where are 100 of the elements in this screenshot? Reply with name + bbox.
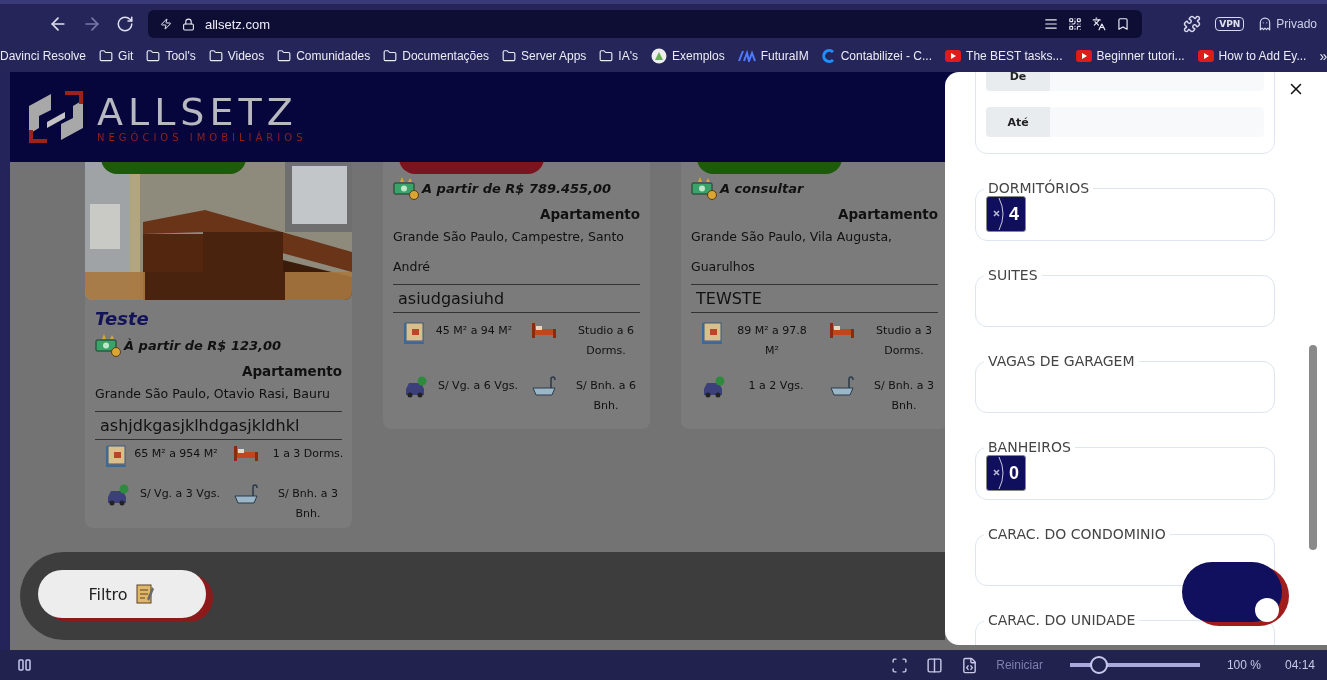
folder-icon [277,49,292,63]
bookmark[interactable]: Beginner tutori... [1075,49,1185,63]
bookmark[interactable]: Davinci Resolve [0,49,87,63]
feature-text: S/ Bnh. a 6 Bnh. [575,378,637,414]
feature-text: S/ Vg. a 3 Vgs. [138,486,222,502]
listing-description: asiudgasiuhd [393,284,640,313]
vpn-badge[interactable]: VPN [1215,17,1245,31]
reader-icon[interactable] [1044,17,1058,31]
page-code-icon[interactable] [961,656,979,674]
reload-button[interactable] [116,15,134,33]
bookmark[interactable]: Comunidades [277,49,371,63]
floor-plan-icon [403,321,425,345]
car-icon [403,376,429,398]
listing-card[interactable]: A partir de R$ 789.455,00 Apartamento Grande São Paulo, Campestre, Santo André asiudgasiuhd 45 M² a 94 M² Studio a 6 Dorms. S/ Vg. a 6 Vgs. S/ Bnh. a 6 Bnh. [383,162,650,429]
address-bar[interactable]: allsetz.com [148,10,1142,38]
listing-description: TEWSTE [691,284,938,313]
lock-icon [182,17,195,31]
zoom-slider-thumb[interactable] [1089,656,1108,674]
property-type: Apartamento [837,206,938,222]
feature-text: 1 a 3 Dorms. [271,446,345,462]
bookmark[interactable]: Tool's [146,49,196,63]
car-icon [701,376,727,398]
zoom-reading: 100 % [1226,658,1261,672]
play-icon [1197,50,1214,62]
folder-icon [99,49,114,63]
listing-location: Grande São Paulo, Otavio Rasi, Bauru [95,385,331,403]
feature-text: S/ Bnh. a 3 Bnh. [277,486,339,522]
price-label: De [986,72,1050,91]
filter-group[interactable]: VAGAS DE GARAGEM [975,353,1275,413]
remove-icon[interactable] [991,456,1005,490]
price-label: Até [986,107,1050,137]
feature-text: 1 a 2 Vgs. [747,378,805,394]
folder-icon [208,49,223,63]
property-type: Apartamento [539,206,640,222]
feature-text: S/ Bnh. a 3 Bnh. [873,378,935,414]
lightning-icon [160,18,172,30]
screenshot-icon[interactable] [891,656,909,674]
filter-group-label: SUITES [987,267,1039,283]
car-icon [105,484,131,506]
money-icon [95,333,121,357]
listing-price: À partir de R$ 123,00 [124,337,282,353]
reset-zoom-button[interactable]: Reiniciar [996,658,1043,672]
listing-price: A partir de R$ 789.455,00 [422,180,612,196]
listing-location: Grande São Paulo, Campestre, Santo André [393,228,626,276]
more-bookmarks-button[interactable]: » [1319,48,1327,64]
bathtub-icon [233,484,259,506]
bookmark[interactable]: The BEST tasks... [945,49,1063,63]
play-icon [1075,50,1092,62]
bookmark[interactable]: How to Add Ey... [1197,49,1307,63]
scrollbar-thumb[interactable] [1309,345,1317,550]
listing-title[interactable]: Teste [95,308,342,329]
filter-group-label: BANHEIROS [987,439,1072,455]
filter-group-label: CARAC. DO UNIDADE [987,612,1137,628]
clock: 04:14 [1284,658,1315,672]
floor-plan-icon [701,321,723,345]
clipboard-icon [135,583,156,605]
filter-group[interactable]: DORMITÓRIOS 4 [975,180,1275,241]
folder-icon [599,49,614,63]
selected-chip[interactable]: 0 [986,455,1026,491]
feature-text: 65 M² a 954 M² [133,446,219,462]
folder-icon [146,49,161,63]
bookmark[interactable]: Server Apps [501,49,587,63]
bathtub-icon [829,376,855,398]
bookmark[interactable]: Contabilizei - C... [821,49,933,63]
puzzle-icon[interactable] [1183,15,1202,33]
remove-icon[interactable] [991,197,1005,231]
bookmark[interactable]: Exemplos [650,48,725,64]
filter-group[interactable]: BANHEIROS 0 [975,439,1275,500]
listing-card[interactable]: Teste À partir de R$ 123,00 Apartamento Grande São Paulo, Otavio Rasi, Bauru ashjdkgasjklhdgasjkldhkl 65 M² a 954 M² 1 a 3 Dorms. S/ Vg. a 3 Vgs. S/ Bnh. a 3 Bnh. [85,162,352,528]
bookmark[interactable]: IA's [599,49,638,63]
ring-icon [821,49,836,63]
bathtub-icon [531,376,557,398]
folder-icon [383,49,398,63]
translate-icon[interactable] [1092,17,1106,31]
money-icon [393,176,419,200]
feature-text: 45 M² a 94 M² [434,323,514,339]
folder-icon [501,49,516,63]
selected-chip[interactable]: 4 [986,196,1026,232]
bed-icon [829,321,855,339]
property-type: Apartamento [241,363,342,379]
bed-icon [233,444,259,462]
filter-group-label: DORMITÓRIOS [987,180,1091,196]
wave-icon [737,50,756,62]
ghost-icon [1258,17,1273,31]
listing-description: ashjdkgasjklhdgasjkldhkl [95,411,342,440]
listing-card[interactable]: A consultar Apartamento Grande São Paulo, Vila Augusta, Guarulhos TEWSTE 89 M² a 97.8 M² Studio a 3 Dorms. 1 a 2 Vgs. S/ Bnh. a 3 Bnh. [681,162,948,429]
bookmark[interactable]: FuturaIM [737,49,809,63]
bookmark[interactable]: Videos [208,49,265,63]
bookmark[interactable]: Documentações [383,49,489,63]
bed-icon [531,321,557,339]
bookmark-icon[interactable] [1116,17,1130,31]
floor-plan-icon [105,444,127,468]
logo-tagline: NEGÓCIOS IMOBILIÁRIOS [97,131,307,143]
filter-group[interactable]: SUITES [975,267,1275,327]
sidebar-icon[interactable] [18,659,32,671]
bookmark[interactable]: Git [99,49,134,63]
qr-code-icon[interactable] [1068,17,1082,31]
split-view-icon[interactable] [926,656,944,674]
feature-text: Studio a 3 Dorms. [875,323,933,359]
money-icon [691,176,717,200]
